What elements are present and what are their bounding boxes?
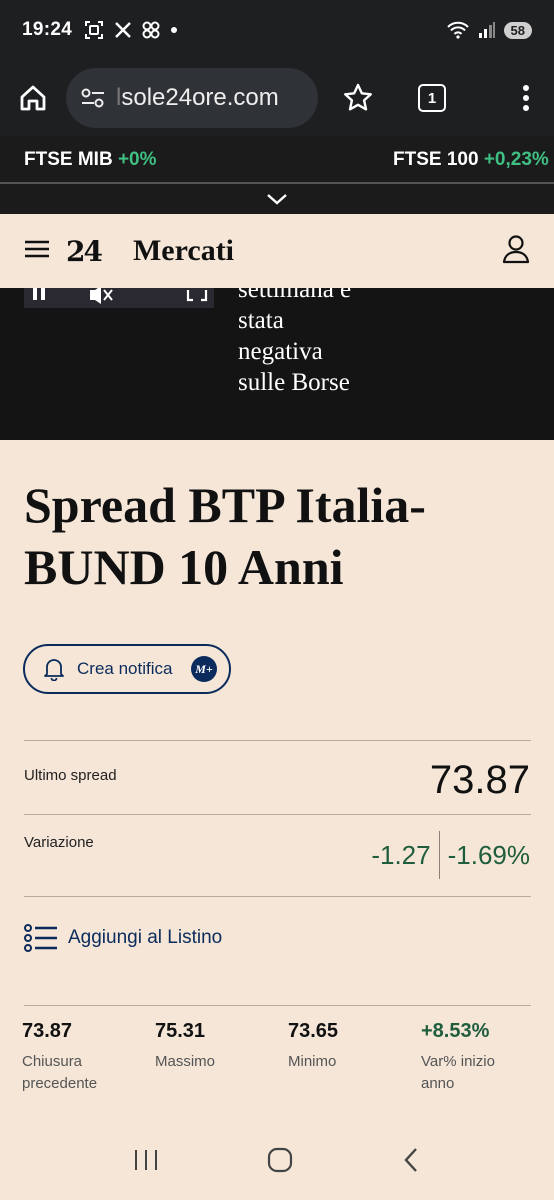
- premium-badge: M+: [191, 656, 217, 682]
- ticker-change: +0,23%: [483, 149, 549, 170]
- url-text: lsole24ore.com: [116, 84, 279, 112]
- video-caption-line: negativa: [238, 338, 323, 365]
- pause-icon[interactable]: [30, 288, 48, 302]
- stat-label: Var% inizio anno: [421, 1053, 495, 1092]
- ticker-item[interactable]: FTSE MIB +0%: [24, 149, 157, 171]
- status-right: 58: [446, 21, 532, 39]
- user-account-icon[interactable]: [502, 234, 530, 269]
- hamburger-menu-icon[interactable]: [24, 239, 50, 264]
- divider: [24, 896, 531, 897]
- address-bar[interactable]: lsole24ore.com: [66, 68, 318, 128]
- ticker-change: +0%: [117, 149, 157, 170]
- market-ticker: FTSE MIB +0% FTSE 100 +0,23%: [0, 136, 554, 184]
- add-to-watchlist-button[interactable]: Aggiungi al Listino: [24, 924, 222, 952]
- create-notification-button[interactable]: Crea notifica M+: [23, 644, 231, 694]
- stat-ytd-change: +8.53% Var% inizio anno: [421, 1020, 521, 1095]
- pinwheel-icon: [142, 21, 160, 39]
- ticker-name: FTSE 100: [393, 149, 479, 170]
- divider: [24, 740, 531, 741]
- back-icon[interactable]: [401, 1146, 421, 1179]
- variation-values: -1.27 -1.69%: [371, 830, 530, 880]
- section-title[interactable]: Mercati: [133, 234, 234, 268]
- browser-toolbar: lsole24ore.com 1: [0, 60, 554, 136]
- tab-count: 1: [427, 89, 437, 107]
- variation-percent: -1.69%: [447, 839, 530, 870]
- stat-label: Chiusura precedente: [22, 1053, 98, 1092]
- stat-low: 73.65 Minimo: [288, 1020, 388, 1073]
- ticker-expand-toggle[interactable]: [0, 184, 554, 214]
- video-thumbnail[interactable]: [24, 288, 214, 308]
- stat-label: Minimo: [288, 1053, 337, 1070]
- ticker-name: FTSE MIB: [24, 149, 113, 170]
- site-header: 24 Mercati: [0, 214, 554, 288]
- stat-value: 73.65: [288, 1020, 339, 1042]
- wifi-icon: [446, 21, 469, 39]
- screenshot-icon: [85, 21, 104, 39]
- status-bar: 19:24 58: [0, 0, 554, 60]
- stat-value: 75.31: [155, 1020, 206, 1042]
- status-time: 19:24: [22, 19, 73, 40]
- page-title: Spread BTP Italia-BUND 10 Anni: [24, 477, 426, 595]
- divider: [24, 814, 531, 815]
- stat-high: 75.31 Massimo: [155, 1020, 255, 1073]
- list-icon: [24, 924, 57, 952]
- recent-apps-icon[interactable]: [133, 1148, 159, 1177]
- last-spread-value: 73.87: [429, 758, 530, 802]
- more-options-icon[interactable]: [522, 84, 530, 112]
- divider: [24, 1005, 531, 1006]
- signal-icon: [478, 22, 495, 38]
- bell-icon: [44, 659, 64, 681]
- stat-previous-close: 73.87 Chiusura precedente: [22, 1020, 122, 1095]
- bookmark-star-icon[interactable]: [342, 82, 374, 114]
- chevron-down-icon: [267, 194, 287, 205]
- video-caption-line: settimana è: [238, 288, 352, 303]
- fullscreen-icon[interactable]: [186, 288, 208, 304]
- last-spread-label: Ultimo spread: [24, 767, 117, 784]
- create-notification-label: Crea notifica: [77, 659, 173, 678]
- dot-icon: [171, 27, 178, 33]
- add-to-watchlist-label: Aggiungi al Listino: [68, 927, 223, 948]
- battery-badge: 58: [503, 21, 532, 39]
- variation-absolute: -1.27: [371, 839, 431, 870]
- home-nav-icon[interactable]: [266, 1146, 294, 1179]
- site-settings-icon[interactable]: [80, 87, 106, 109]
- url-domain: sole24ore.com: [121, 84, 279, 111]
- system-navigation-bar: [0, 1124, 554, 1200]
- variation-separator: [438, 831, 440, 879]
- stat-value: +8.53%: [421, 1020, 490, 1042]
- x-icon: [115, 22, 131, 38]
- video-caption[interactable]: settimana è stata negativa sulle Borse: [238, 288, 351, 398]
- video-caption-line: sulle Borse: [238, 369, 350, 396]
- ticker-item[interactable]: FTSE 100 +0,23%: [393, 149, 549, 171]
- stat-value: 73.87: [22, 1020, 73, 1042]
- site-logo[interactable]: 24: [66, 235, 103, 268]
- tab-switcher-button[interactable]: 1: [418, 84, 446, 112]
- home-icon[interactable]: [18, 83, 48, 113]
- video-player[interactable]: settimana è stata negativa sulle Borse: [0, 288, 554, 440]
- variation-label: Variazione: [24, 834, 94, 851]
- mute-icon[interactable]: [88, 288, 114, 304]
- stat-label: Massimo: [155, 1053, 216, 1070]
- status-notification-icons: [84, 20, 178, 40]
- video-caption-line: stata: [238, 307, 284, 334]
